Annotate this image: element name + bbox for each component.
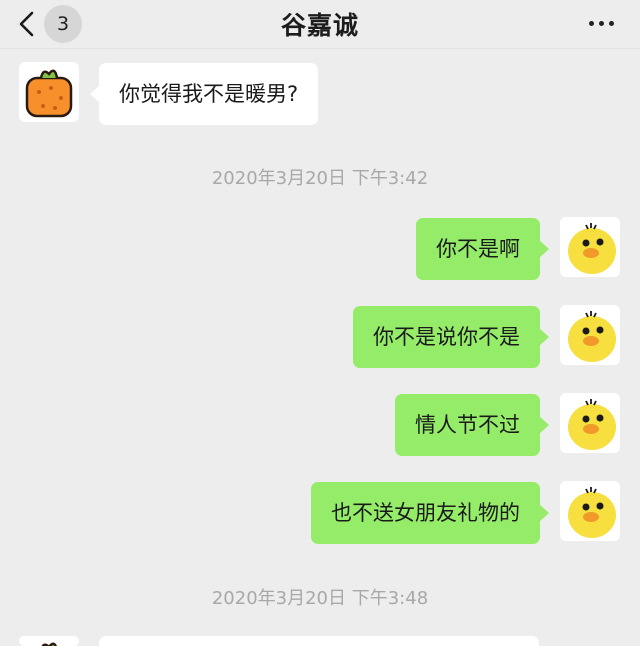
message-received[interactable]: 你觉得我不是暖男? [89,63,319,125]
yellow-duck-icon [568,399,616,450]
orange-fruit-icon [25,69,73,118]
message-sent[interactable]: 情人节不过 [395,394,549,456]
message-sent[interactable]: 也不送女朋友礼物的 [311,482,549,544]
timestamp: 2020年3月20日 下午3:42 [211,168,429,189]
timestamp: 2020年3月20日 下午3:48 [211,588,429,609]
self-avatar[interactable] [560,305,620,365]
chat-header: 3 谷嘉诚 [0,0,640,49]
self-avatar[interactable] [560,217,620,277]
contact-avatar[interactable] [19,62,79,122]
yellow-duck-icon [568,311,616,362]
message-sent[interactable]: 你不是说你不是 [353,306,549,368]
self-avatar[interactable] [560,393,620,453]
orange-fruit-icon [41,642,57,646]
message-received-partial[interactable] [99,636,539,646]
message-sent[interactable]: 你不是啊 [416,218,549,280]
yellow-duck-icon [568,487,616,538]
more-dots-icon[interactable] [589,21,614,26]
self-avatar[interactable] [560,481,620,541]
contact-avatar[interactable] [19,636,79,646]
yellow-duck-icon [568,223,616,274]
chat-title: 谷嘉诚 [280,11,359,40]
